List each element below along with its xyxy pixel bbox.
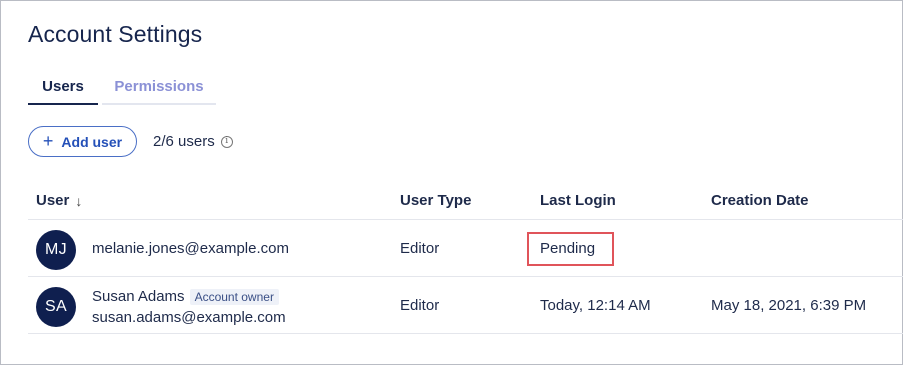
tab-permissions[interactable]: Permissions xyxy=(102,78,216,105)
tab-users[interactable]: Users xyxy=(28,78,98,105)
table-row[interactable]: SA Susan Adams Account owner susan.adams… xyxy=(28,277,903,334)
column-header-user[interactable]: User ↓ xyxy=(36,192,82,209)
user-type: Editor xyxy=(400,297,440,314)
column-header-last-login: Last Login xyxy=(540,192,616,209)
arrow-down-icon: ↓ xyxy=(75,192,83,209)
user-type: Editor xyxy=(400,240,440,257)
add-user-label: Add user xyxy=(61,133,123,150)
avatar: MJ xyxy=(36,230,76,270)
column-header-creation-date: Creation Date xyxy=(711,192,809,209)
user-email: melanie.jones@example.com xyxy=(92,240,289,257)
tab-bar: Users Permissions xyxy=(28,78,216,105)
user-name-line: Susan Adams Account owner xyxy=(92,288,279,305)
creation-date: May 18, 2021, 6:39 PM xyxy=(711,297,867,314)
add-user-button[interactable]: + Add user xyxy=(28,126,137,157)
user-email: susan.adams@example.com xyxy=(92,309,286,326)
info-icon[interactable]: i xyxy=(220,135,233,148)
page-title: Account Settings xyxy=(28,21,203,47)
column-header-user-type: User Type xyxy=(400,192,472,209)
last-login: Today, 12:14 AM xyxy=(540,297,651,314)
column-header-user-label: User xyxy=(36,192,70,209)
table-row[interactable]: MJ melanie.jones@example.com Editor Pend… xyxy=(28,220,903,277)
settings-panel: Account Settings Users Permissions + Add… xyxy=(0,0,903,365)
user-count-text: 2/6 users xyxy=(153,133,215,150)
table-header: User ↓ User Type Last Login Creation Dat… xyxy=(28,181,903,220)
user-count: 2/6 users i xyxy=(153,133,233,150)
user-name: Susan Adams xyxy=(92,288,185,305)
avatar: SA xyxy=(36,287,76,327)
users-table: User ↓ User Type Last Login Creation Dat… xyxy=(28,181,903,334)
last-login: Pending xyxy=(540,240,596,257)
account-owner-badge: Account owner xyxy=(189,288,279,305)
plus-icon: + xyxy=(42,130,54,151)
